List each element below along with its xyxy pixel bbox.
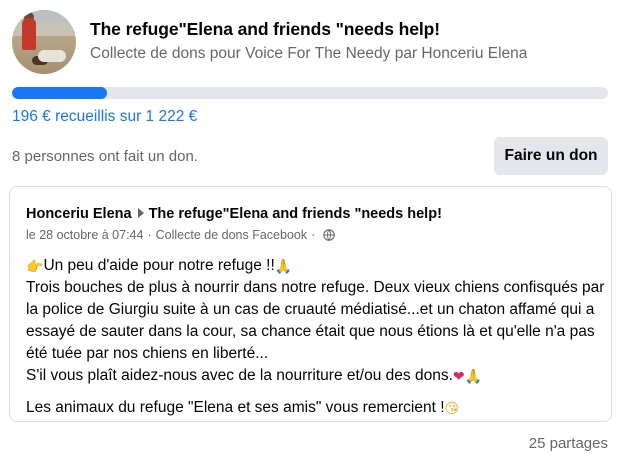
fundraiser-header: The refuge"Elena and friends "needs help… xyxy=(12,10,608,74)
caret-right-icon xyxy=(137,208,144,219)
globe-icon xyxy=(323,229,336,241)
post-meta: le 28 octobre à 07:44 · Collecte de dons… xyxy=(26,227,336,243)
kiss-face-icon: 😘 xyxy=(444,401,460,417)
raised-amount: 196 € recueillis sur 1 222 € xyxy=(12,108,198,125)
progress-bar xyxy=(12,87,608,99)
post-target[interactable]: The refuge"Elena and friends "needs help… xyxy=(149,206,442,222)
post-body: 👉Un peu d'aide pour notre refuge !!🙏 Tro… xyxy=(26,255,606,419)
praying-hands-icon: 🙏 xyxy=(464,369,483,385)
post-card: Honceriu Elena The refuge"Elena and frien… xyxy=(9,186,612,422)
donor-count[interactable]: 8 personnes ont fait un don. xyxy=(12,147,198,167)
post-line-1: 👉Un peu d'aide pour notre refuge !!🙏 xyxy=(26,257,293,275)
post-header: Honceriu Elena The refuge"Elena and frien… xyxy=(26,205,442,223)
fundraiser-titles: The refuge"Elena and friends "needs help… xyxy=(90,10,527,65)
post-source: Collecte de dons Facebook xyxy=(155,228,308,242)
post-line-4: Les animaux du refuge "Elena et ses amis… xyxy=(26,399,460,417)
pointing-hand-icon: 👉 xyxy=(26,259,44,275)
fundraiser-subtitle: Collecte de dons pour Voice For The Need… xyxy=(90,45,528,62)
post-date[interactable]: le 28 octobre à 07:44 xyxy=(26,227,143,243)
post-author[interactable]: Honceriu Elena xyxy=(26,206,132,222)
share-count[interactable]: 25 partages xyxy=(529,434,608,454)
donate-button[interactable]: Faire un don xyxy=(494,137,608,175)
progress-fill xyxy=(12,87,108,99)
praying-hands-icon: 🙏 xyxy=(274,259,293,275)
heart-icon: ❤ xyxy=(452,369,465,385)
fundraiser-avatar[interactable] xyxy=(12,10,76,74)
post-line-3: S'il vous plaît aidez-nous avec de la no… xyxy=(26,367,483,385)
fundraiser-title[interactable]: The refuge"Elena and friends "needs help… xyxy=(90,18,527,40)
post-line-2: Trois bouches de plus à nourrir dans not… xyxy=(26,279,605,362)
